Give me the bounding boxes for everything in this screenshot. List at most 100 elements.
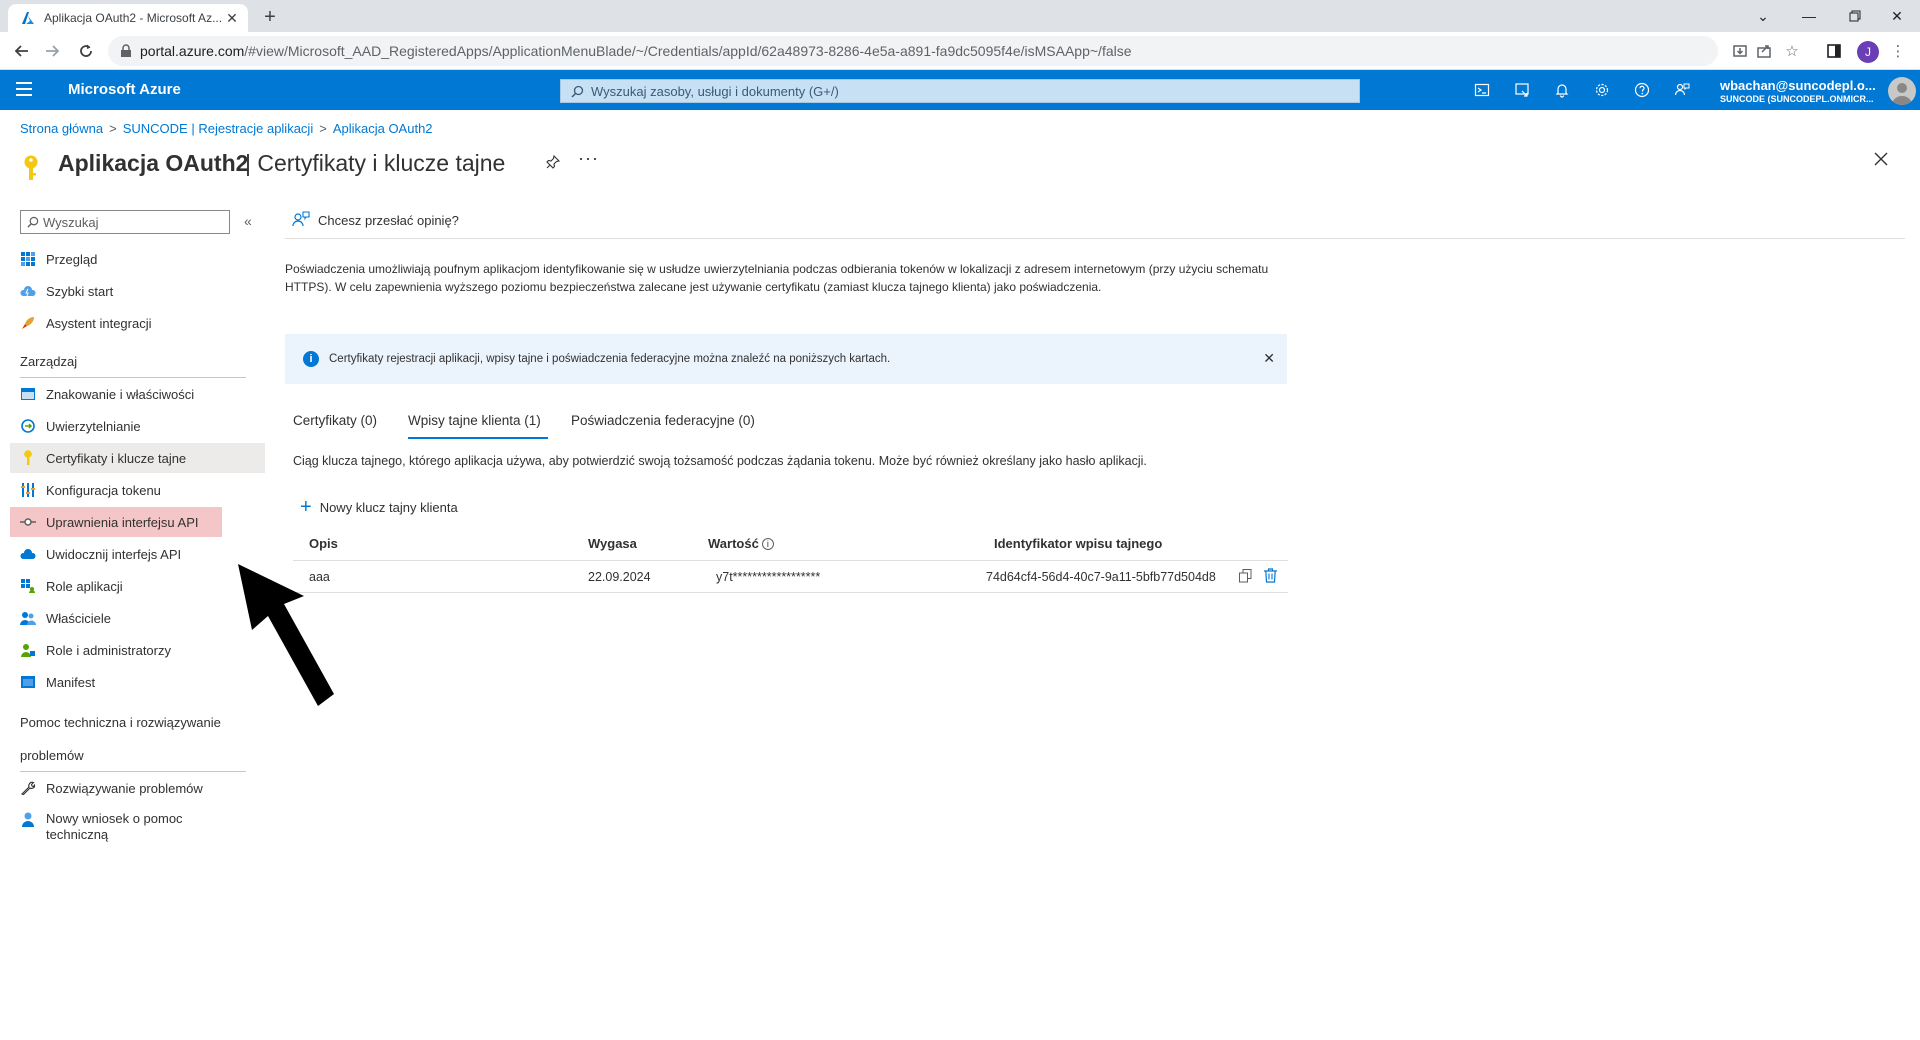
nav-label: Role aplikacji (46, 578, 123, 594)
nav-item-authentication[interactable]: Uwierzytelnianie (10, 411, 265, 441)
restore-icon[interactable] (1832, 0, 1878, 32)
nav-item-quickstart[interactable]: Szybki start (10, 276, 265, 306)
cell-value: y7t****************** (716, 570, 821, 584)
nav-label: Konfiguracja tokenu (46, 482, 161, 498)
user-avatar[interactable] (1888, 77, 1916, 105)
user-admin-icon (20, 642, 36, 658)
global-search-input[interactable]: Wyszukaj zasoby, usługi i dokumenty (G+/… (560, 79, 1360, 103)
pin-icon[interactable] (546, 154, 561, 174)
nav-label: Uwidocznij interfejs API (46, 546, 182, 562)
support-person-icon (20, 811, 36, 827)
close-blade-icon[interactable] (1874, 152, 1888, 171)
nav-item-new-support-request[interactable]: Nowy wniosek o pomoc techniczną (10, 805, 265, 845)
chevron-right-icon: > (319, 121, 327, 136)
table-header-divider (293, 560, 1288, 561)
column-header-value: Wartość i (708, 536, 774, 551)
feedback-person-icon[interactable] (1670, 78, 1694, 102)
azure-brand[interactable]: Microsoft Azure (68, 81, 181, 98)
tab-close-icon[interactable]: ✕ (224, 10, 240, 27)
user-email[interactable]: wbachan@suncodepl.o... (1720, 78, 1876, 93)
forward-icon[interactable] (40, 39, 64, 63)
nav-label: Manifest (46, 674, 96, 690)
nav-item-certificates-secrets[interactable]: Certyfikaty i klucze tajne (10, 443, 265, 473)
cloud-icon (20, 546, 36, 562)
browser-tab[interactable]: Aplikacja OAuth2 - Microsoft Az... ✕ (8, 4, 248, 32)
wrench-icon (20, 780, 36, 796)
tab-title: Aplikacja OAuth2 - Microsoft Az... (44, 11, 223, 25)
nav-divider (20, 377, 246, 378)
nav-item-roles-admins[interactable]: Role i administratorzy (10, 635, 265, 665)
close-window-icon[interactable]: ✕ (1874, 0, 1920, 32)
nav-item-app-roles[interactable]: Role aplikacji (10, 571, 265, 601)
tab-federated-credentials[interactable]: Poświadczenia federacyjne (0) (571, 413, 755, 428)
nav-item-expose-api[interactable]: Uwidocznij interfejs API (10, 539, 265, 569)
copy-icon[interactable] (1239, 569, 1252, 586)
page-title: Aplikacja OAuth2 (58, 150, 249, 176)
share-icon[interactable] (1752, 39, 1776, 63)
menu-search-input[interactable]: Wyszukaj (20, 210, 230, 234)
delete-trash-icon[interactable] (1264, 568, 1277, 586)
tab-client-secrets[interactable]: Wpisy tajne klienta (1) (408, 413, 541, 428)
help-icon[interactable] (1630, 78, 1654, 102)
settings-gear-icon[interactable] (1590, 78, 1614, 102)
notifications-bell-icon[interactable] (1550, 78, 1574, 102)
nav-item-troubleshooting[interactable]: Rozwiązywanie problemów (10, 773, 265, 803)
profile-avatar[interactable]: J (1857, 41, 1879, 63)
info-icon[interactable]: i (761, 538, 774, 550)
breadcrumb: Strona główna > SUNCODE | Rejestracje apli… (20, 121, 433, 136)
cell-secret-id: 74d64cf4-56d4-40c7-9a11-5bfb77d504d8 (986, 570, 1216, 584)
tab-search-icon[interactable]: ⌄ (1740, 0, 1786, 32)
cloud-shell-icon[interactable] (1470, 78, 1494, 102)
collapse-menu-icon[interactable]: « (244, 213, 252, 229)
sliders-icon (20, 482, 36, 498)
nav-divider (20, 771, 246, 772)
cell-expires: 22.09.2024 (588, 570, 651, 584)
nav-label: Znakowanie i właściwości (46, 386, 195, 402)
address-bar[interactable]: portal.azure.com/#view/Microsoft_AAD_Reg… (108, 36, 1718, 66)
column-header-expires: Wygasa (588, 536, 637, 551)
search-icon (571, 85, 584, 101)
client-secrets-description: Ciąg klucza tajnego, którego aplikacja u… (293, 454, 1147, 468)
bookmark-star-icon[interactable]: ☆ (1780, 39, 1804, 63)
dismiss-banner-icon[interactable]: ✕ (1263, 350, 1275, 367)
annotation-arrow-icon (230, 560, 340, 715)
column-header-secret-id: Identyfikator wpisu tajnego (994, 536, 1163, 551)
breadcrumb-app-registrations[interactable]: SUNCODE | Rejestracje aplikacji (123, 121, 314, 136)
browser-toolbar: portal.azure.com/#view/Microsoft_AAD_Reg… (0, 32, 1920, 70)
minimize-icon[interactable]: — (1786, 0, 1832, 32)
nav-item-branding[interactable]: Znakowanie i właściwości (10, 379, 265, 409)
new-client-secret-label: Nowy klucz tajny klienta (319, 499, 458, 515)
tab-certificates[interactable]: Certyfikaty (0) (293, 413, 377, 428)
authentication-icon (20, 418, 36, 434)
back-icon[interactable] (10, 39, 34, 63)
nav-label: Nowy wniosek o pomoc (46, 811, 183, 826)
directory-filter-icon[interactable] (1510, 78, 1534, 102)
nav-label: Role i administratorzy (46, 642, 171, 658)
nav-label: Przegląd (46, 251, 98, 267)
install-icon[interactable] (1728, 39, 1752, 63)
api-permissions-icon (20, 514, 36, 530)
page-subtitle: | Certyfikaty i klucze tajne (245, 150, 506, 176)
nav-item-manifest[interactable]: Manifest (10, 667, 265, 697)
breadcrumb-home[interactable]: Strona główna (20, 121, 103, 136)
nav-item-api-permissions[interactable]: Uprawnienia interfejsu API (10, 507, 222, 537)
breadcrumb-app[interactable]: Aplikacja OAuth2 (333, 121, 433, 136)
browser-tabstrip: Aplikacja OAuth2 - Microsoft Az... ✕ + ⌄… (0, 0, 1920, 32)
feedback-link[interactable]: Chcesz przesłać opinię? (292, 211, 459, 230)
new-client-secret-button[interactable]: + Nowy klucz tajny klienta (300, 497, 458, 517)
reload-icon[interactable] (74, 39, 98, 63)
portal-menu-icon[interactable] (16, 82, 32, 96)
nav-label: Szybki start (46, 283, 114, 299)
nav-item-token-configuration[interactable]: Konfiguracja tokenu (10, 475, 265, 505)
nav-item-overview[interactable]: Przegląd (10, 244, 265, 274)
sidepanel-icon[interactable] (1822, 39, 1846, 63)
chrome-menu-icon[interactable]: ⋮ (1886, 39, 1910, 63)
nav-item-integration-assistant[interactable]: Asystent integracji (10, 308, 265, 338)
key-icon (22, 155, 40, 188)
nav-item-owners[interactable]: Właściciele (10, 603, 265, 633)
table-row-divider (293, 592, 1288, 593)
more-options-icon[interactable]: ··· (578, 148, 599, 169)
nav-label: Certyfikaty i klucze tajne (46, 450, 187, 466)
new-tab-icon[interactable]: + (258, 6, 282, 30)
user-tenant[interactable]: SUNCODE (SUNCODEPL.ONMICR... (1720, 94, 1874, 104)
